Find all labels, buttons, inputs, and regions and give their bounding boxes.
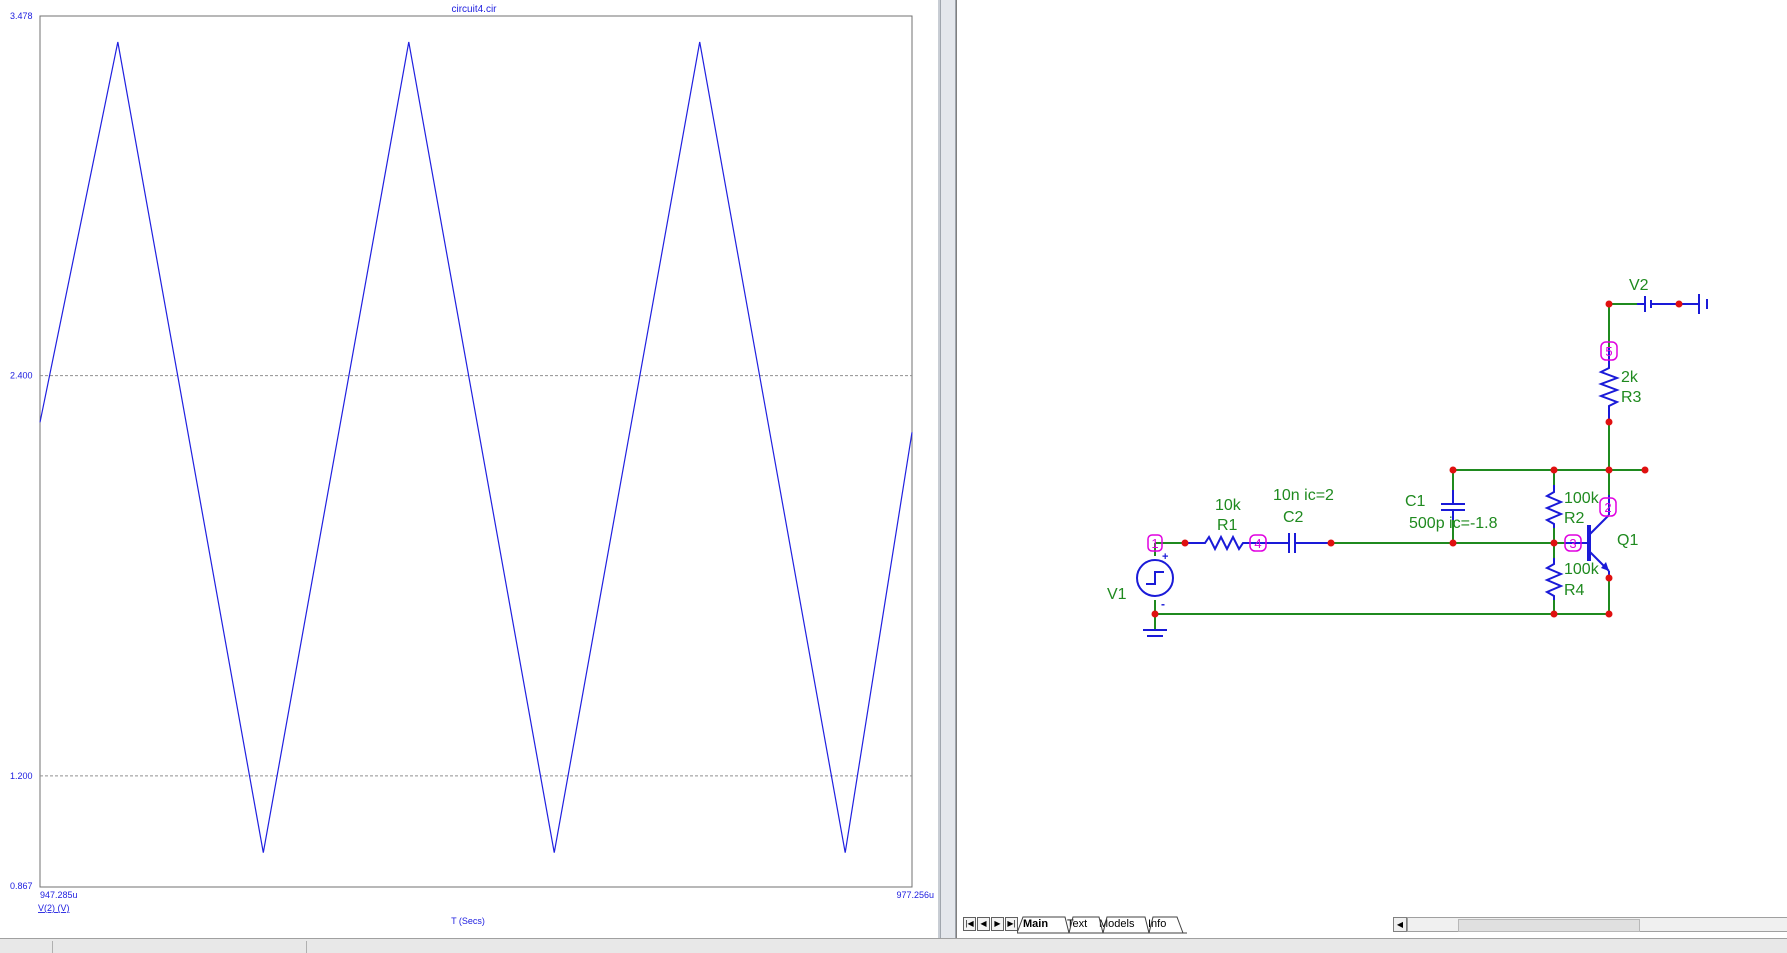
y-tick-2400: 2.400 <box>10 371 33 381</box>
x-tick-start: 947.285u <box>40 890 78 900</box>
junction-dots <box>1151 300 1683 618</box>
status-cell <box>52 941 307 953</box>
v1-minus-sign: - <box>1161 597 1165 611</box>
node-2-label: 2 <box>1604 500 1611 515</box>
v2-label: V2 <box>1629 277 1649 294</box>
r3-name: R3 <box>1621 389 1642 406</box>
schematic-canvas[interactable]: 1 2 3 4 5 + - V2 2k R3 10k R1 10n ic=2 C… <box>957 0 1787 910</box>
node-5-label: 5 <box>1605 344 1612 359</box>
c2-value: 10n ic=2 <box>1273 487 1334 504</box>
plot-title: circuit4.cir <box>451 4 497 15</box>
waveform-plot-pane[interactable]: circuit4.cir 3.478 2.400 1.200 0.867 947… <box>0 0 940 938</box>
waveform-plot[interactable]: circuit4.cir 3.478 2.400 1.200 0.867 947… <box>0 0 938 938</box>
r3-value: 2k <box>1621 369 1639 386</box>
horizontal-scrollbar[interactable] <box>1407 917 1787 932</box>
q1-name: Q1 <box>1617 532 1638 549</box>
trace-line-0 <box>39 41 913 853</box>
scrollbar-thumb[interactable] <box>1458 919 1640 932</box>
plot-grid <box>40 375 912 777</box>
r1-name: R1 <box>1217 517 1238 534</box>
tab-nav-first-button[interactable]: |◀ <box>963 917 976 931</box>
x-axis-label: T (Secs) <box>451 916 485 926</box>
sheet-tab-bar: |◀ ◀ ▶ ▶| Main Text Models Info ◀ <box>963 916 1787 934</box>
r2-value: 100k <box>1564 490 1600 507</box>
status-cell <box>306 941 1787 953</box>
trace-legend-label[interactable]: V(2) (V) <box>38 903 70 913</box>
tab-outline <box>1017 916 1187 934</box>
c1-name: C1 <box>1405 493 1426 510</box>
node-4-label: 4 <box>1254 536 1261 551</box>
pane-splitter[interactable] <box>940 0 956 938</box>
x-tick-end: 977.256u <box>896 890 934 900</box>
y-tick-bottom: 0.867 <box>10 881 33 891</box>
y-tick-1200: 1.200 <box>10 771 33 781</box>
schematic-wires <box>1154 303 1645 630</box>
r4-name: R4 <box>1564 582 1585 599</box>
r2-name: R2 <box>1564 510 1585 527</box>
y-tick-top: 3.478 <box>10 11 33 21</box>
tab-nav-next-button[interactable]: ▶ <box>991 917 1004 931</box>
c2-name: C2 <box>1283 509 1304 526</box>
schematic-components <box>1136 294 1708 637</box>
schematic-pane[interactable]: 1 2 3 4 5 + - V2 2k R3 10k R1 10n ic=2 C… <box>956 0 1787 938</box>
node-3-label: 3 <box>1569 536 1576 551</box>
r1-value: 10k <box>1215 497 1242 514</box>
node-1-label: 1 <box>1151 536 1158 551</box>
trace-group <box>39 41 913 853</box>
v1-name: V1 <box>1107 586 1127 603</box>
plot-frame <box>39 15 913 888</box>
scroll-left-button[interactable]: ◀ <box>1393 917 1407 932</box>
v1-plus-sign: + <box>1162 551 1168 563</box>
r4-value: 100k <box>1564 561 1600 578</box>
c1-value: 500p ic=-1.8 <box>1409 515 1498 532</box>
status-bar <box>0 938 1787 953</box>
tab-nav-prev-button[interactable]: ◀ <box>977 917 990 931</box>
